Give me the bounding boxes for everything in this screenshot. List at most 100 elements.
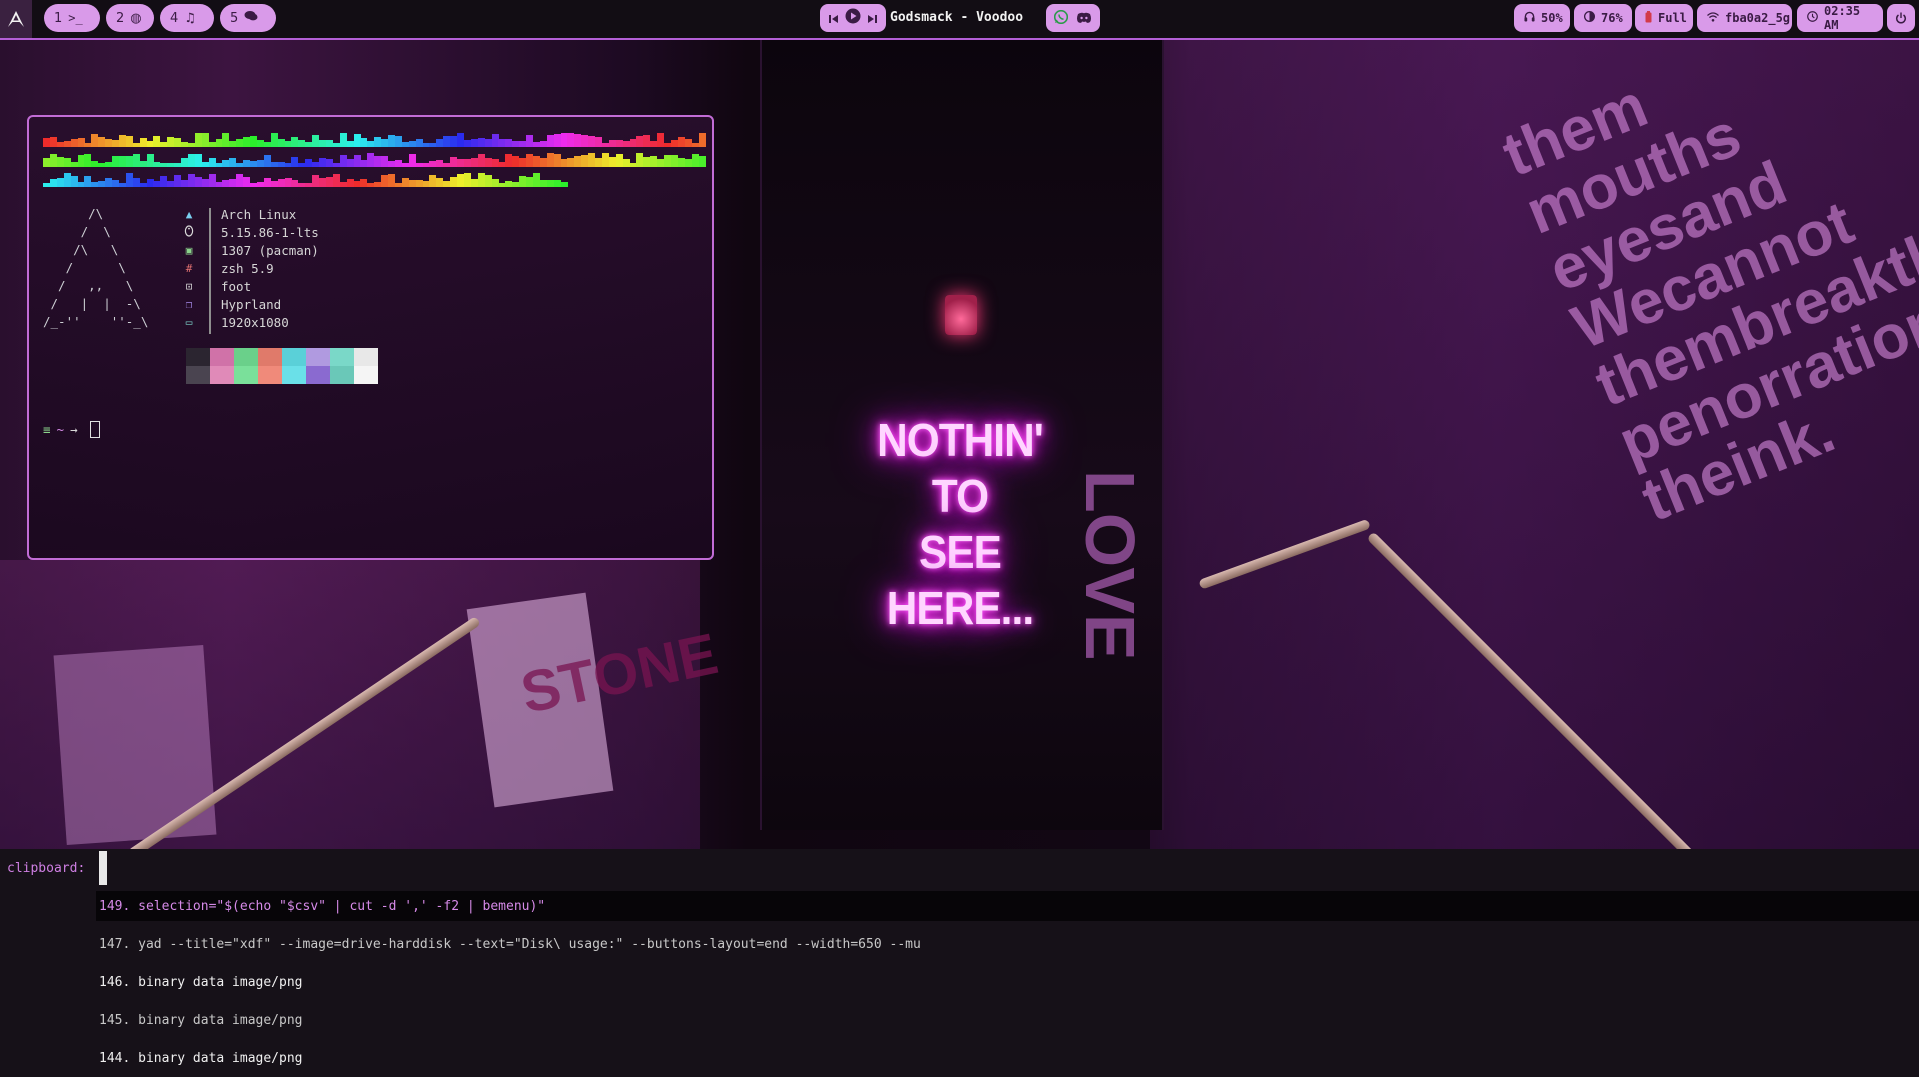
linux-tux-icon [181,224,197,240]
clipboard-item[interactable]: 144. binary data image/png [96,1043,1919,1073]
workspace-4-button[interactable]: 4 ♫ [160,4,214,32]
battery-indicator[interactable]: Full [1635,4,1693,32]
color-swatch [186,348,210,366]
volume-value: 50% [1541,11,1563,25]
workspace-number: 1 [54,10,63,26]
clipboard-prompt-label: clipboard: [7,861,86,876]
music-icon: ♫ [184,10,196,26]
color-swatch [258,348,282,366]
wifi-network-name: fba0a2_5g [1725,11,1791,25]
graffiti-love: LOVE [1071,470,1149,661]
play-icon[interactable] [845,8,861,28]
clipboard-item[interactable]: 146. binary data image/png [96,967,1919,997]
os-name: Arch Linux [221,206,297,222]
clipboard-item[interactable]: 147. yad --title="xdf" --image=drive-har… [96,929,1919,959]
visualizer-bar [698,156,706,167]
arch-ascii-logo: /\ / \ /\ \ / \ / ,, \ / | | -\ /_-'' ''… [43,206,149,329]
package-count: 1307 (pacman) [221,242,319,258]
color-swatch [330,366,354,384]
kernel-version: 5.15.86-1-lts [221,224,319,240]
workspace-number: 5 [230,10,239,26]
color-swatch [354,348,378,366]
visualizer-bar [698,133,706,147]
shell-hash-icon: # [185,261,193,275]
neon-sign-line1: NOTHIN' TO [877,414,1044,522]
battery-icon [1645,10,1652,26]
info-row-resolution: ▭ 1920x1080 [181,313,289,331]
brightness-icon [1583,10,1596,25]
wifi-icon [1707,11,1719,25]
info-row-kernel: 5.15.86-1-lts [181,223,319,241]
terminal-name: foot [221,278,252,294]
color-swatch [234,366,258,384]
prompt-symbol: ≡ [43,422,51,437]
info-row-terminal: ⊡ foot [181,277,251,295]
clipboard-search-input[interactable] [99,851,107,885]
info-row-shell: # zsh 5.9 [181,259,274,277]
prompt-arrow: → [70,422,78,437]
prompt-path: ~ [56,422,65,437]
workspace-number: 2 [116,10,125,26]
clipboard-item[interactable]: 145. binary data image/png [96,1005,1919,1035]
color-swatch [258,366,282,384]
workspace-5-button[interactable]: 5 [220,4,276,32]
color-palette [186,348,378,384]
discord-icon[interactable] [1076,9,1092,28]
globe-icon: ◍ [130,10,142,26]
neon-sign: NOTHIN' TO SEE HERE... [863,412,1056,636]
media-controls [820,4,886,32]
media-track-title[interactable]: Godsmack - Voodoo [890,10,1023,25]
volume-indicator[interactable]: 50% [1514,4,1570,32]
shell-prompt[interactable]: ≡ ~ → [43,421,100,438]
info-divider [209,208,211,334]
info-row-os: ▲ Arch Linux [181,205,297,223]
color-swatch [210,348,234,366]
wifi-indicator[interactable]: fba0a2_5g [1697,4,1792,32]
color-swatch [354,366,378,384]
color-swatch [306,348,330,366]
clock-time: 02:35 AM [1824,4,1861,32]
color-swatch [234,348,258,366]
workspace-2-button[interactable]: 2 ◍ [106,4,154,32]
color-swatch [282,366,306,384]
color-swatch [282,348,306,366]
neon-sign-line2: SEE HERE... [886,526,1034,634]
whatsapp-icon[interactable] [1053,9,1069,28]
clipboard-item-selected[interactable]: 149. selection="$(echo "$csv" | cut -d '… [96,891,1919,921]
previous-icon[interactable] [829,9,839,28]
color-swatch [210,366,234,384]
clock-icon [1807,11,1818,25]
audio-visualizer [43,131,706,191]
headphones-icon [1524,11,1535,25]
brightness-value: 76% [1601,11,1623,25]
windows-icon: ❐ [185,297,193,311]
workspace-number: 4 [170,10,179,26]
monitor-icon: ▭ [185,315,193,329]
power-icon [1895,9,1907,28]
arch-logo-icon[interactable] [0,0,32,38]
arch-icon: ▲ [185,207,193,221]
wallpaper-red-lamp [945,295,977,335]
color-swatch [186,366,210,384]
window-manager: Hyprland [221,296,282,312]
shell-name: zsh 5.9 [221,260,274,276]
clipboard-launcher: clipboard: 149. selection="$(echo "$csv"… [0,849,1919,1077]
color-swatch [330,348,354,366]
package-icon: ▣ [185,243,193,257]
clock-widget[interactable]: 02:35 AM [1797,4,1883,32]
workspace-1-button[interactable]: 1 >_ [44,4,100,32]
brightness-indicator[interactable]: 76% [1574,4,1632,32]
visualizer-bar [560,182,568,187]
terminal-window[interactable]: /\ / \ /\ \ / \ / ,, \ / | | -\ /_-'' ''… [27,115,714,560]
terminal-cursor [89,421,100,438]
next-icon[interactable] [867,9,877,28]
power-button[interactable] [1887,4,1915,32]
info-row-packages: ▣ 1307 (pacman) [181,241,319,259]
screen-resolution: 1920x1080 [221,314,289,330]
chat-icon [244,10,258,26]
info-row-wm: ❐ Hyprland [181,295,282,313]
terminal-icon: >_ [68,11,83,25]
color-swatch [306,366,330,384]
system-tray [1046,4,1100,32]
system-info-list: ▲ Arch Linux 5.15.86-1-lts ▣ 1307 (pacma… [181,205,319,334]
